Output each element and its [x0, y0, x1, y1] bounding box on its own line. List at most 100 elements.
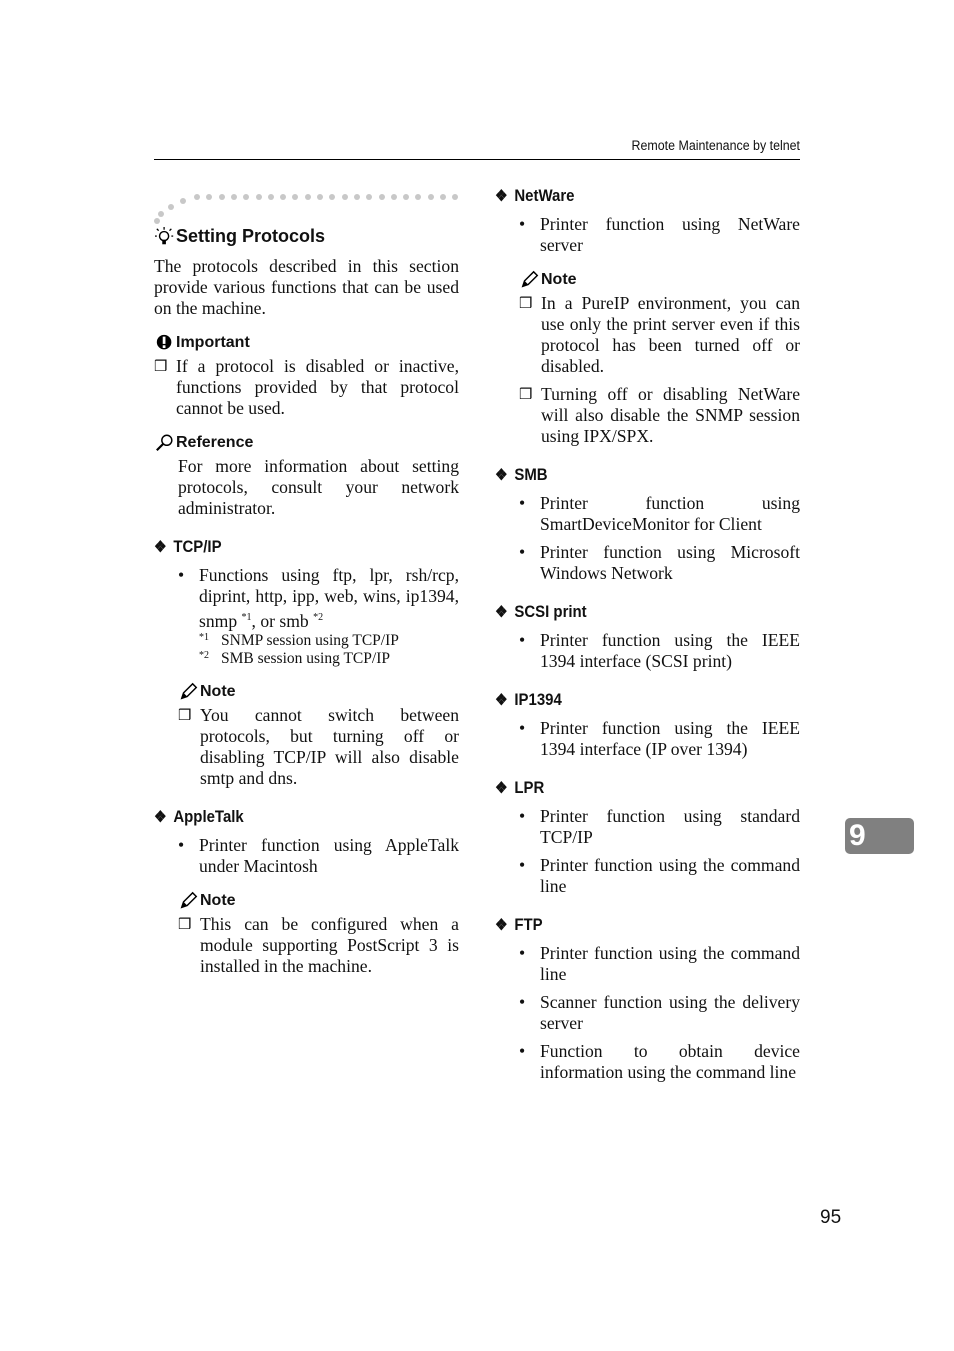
- dot: [180, 198, 186, 204]
- magnifier-icon: [156, 434, 173, 452]
- note-item: ❒ This can be configured when a module s…: [178, 913, 459, 976]
- list-item: • Function to obtain device information u…: [519, 1041, 800, 1082]
- dot: [415, 194, 422, 200]
- running-header: Remote Maintenance by telnet: [631, 138, 800, 153]
- list-item: • Scanner function using the delivery ser…: [519, 992, 800, 1033]
- note-heading: Note: [519, 270, 800, 290]
- tcpip-heading: ❖ TCP/IP: [154, 537, 222, 556]
- diamond-icon: ❖: [495, 917, 508, 934]
- note-item: ❒ Turning off or disabling NetWare will …: [519, 384, 800, 446]
- footnote: *1 SNMP session using TCP/IP: [199, 631, 399, 649]
- page-number: 95: [820, 1207, 842, 1228]
- section-heading: ❖ SCSI print: [495, 602, 587, 621]
- pencil-icon: [180, 891, 198, 909]
- dot: [329, 194, 336, 200]
- dot: [292, 194, 299, 200]
- appletalk-bullet: • Printer function using AppleTalk under…: [178, 834, 459, 876]
- bullet-icon: •: [519, 542, 526, 562]
- dotted-decoration: [154, 186, 459, 226]
- dot: [304, 194, 311, 200]
- appletalk-heading: ❖ AppleTalk: [154, 806, 244, 826]
- checkbox-icon: ❒: [519, 385, 533, 403]
- section-heading: ❖ LPR: [495, 778, 545, 797]
- netware-heading: ❖ NetWare: [495, 186, 575, 205]
- note-heading: Note: [178, 891, 459, 911]
- diamond-icon: ❖: [495, 692, 508, 709]
- dot: [168, 204, 174, 210]
- list-item: • Printer function using SmartDeviceMonit…: [519, 493, 800, 534]
- list-item: • Printer function using the command line: [519, 855, 800, 896]
- header-rule: [154, 159, 800, 160]
- dot: [218, 194, 225, 200]
- bullet-icon: •: [519, 493, 526, 513]
- bullet-icon: •: [178, 565, 185, 585]
- reference-heading: Reference: [154, 433, 459, 453]
- note-heading: Note: [178, 682, 459, 702]
- checkbox-icon: ❒: [154, 357, 168, 375]
- dot: [440, 194, 446, 200]
- right-column: ❖ NetWare • Printer function using NetWa…: [495, 186, 800, 1090]
- chapter-tab: 9: [845, 818, 914, 854]
- dot: [230, 194, 237, 200]
- section-heading: ❖ FTP: [495, 915, 543, 934]
- dot: [206, 194, 213, 200]
- diamond-icon: ❖: [495, 467, 508, 484]
- note-item: ❒ You cannot switch between protocols, b…: [178, 704, 459, 788]
- list-item: • Printer function using standard TCP/IP: [519, 806, 800, 847]
- dot: [427, 194, 434, 200]
- diamond-icon: ❖: [495, 188, 508, 205]
- pencil-icon: [180, 682, 198, 700]
- important-item: ❒ If a protocol is disabled or inactive,…: [154, 356, 459, 418]
- netware-bullet: • Printer function using NetWare server: [519, 214, 800, 255]
- dot: [452, 194, 459, 200]
- list-item: • Printer function using the IEEE 1394 in…: [519, 630, 800, 671]
- dot: [353, 194, 360, 200]
- bullet-icon: •: [519, 806, 526, 826]
- diamond-icon: ❖: [154, 539, 167, 556]
- pencil-icon: [521, 270, 539, 288]
- section-heading: ❖ SMB: [495, 465, 548, 484]
- dot: [317, 194, 323, 200]
- reference-text: For more information about setting proto…: [178, 456, 459, 518]
- note-item: ❒ In a PureIP environment, you can use o…: [519, 293, 800, 376]
- dot: [390, 194, 397, 200]
- tcpip-bullet: • Functions using ftp, lpr, rsh/rcp, dip…: [178, 565, 459, 631]
- dot: [341, 194, 348, 200]
- bullet-icon: •: [519, 943, 526, 963]
- dot: [158, 211, 164, 217]
- important-icon: [156, 334, 172, 350]
- dot: [267, 194, 274, 200]
- diamond-icon: ❖: [154, 808, 167, 826]
- footnote: *2 SMB session using TCP/IP: [199, 649, 390, 667]
- dot: [280, 194, 287, 200]
- bullet-icon: •: [519, 630, 526, 650]
- bullet-icon: •: [519, 1041, 526, 1061]
- dot: [255, 194, 262, 200]
- dot: [378, 194, 385, 200]
- list-item: • Printer function using Microsoft Window…: [519, 542, 800, 583]
- intro-text: The protocols described in this section …: [154, 256, 459, 318]
- list-item: • Printer function using the command line: [519, 943, 800, 984]
- dot: [366, 194, 373, 200]
- lightbulb-icon: [155, 226, 174, 244]
- list-item: • Printer function using the IEEE 1394 in…: [519, 718, 800, 759]
- dot: [243, 194, 250, 200]
- checkbox-icon: ❒: [519, 294, 533, 312]
- dot: [154, 218, 160, 224]
- important-heading: Important: [154, 333, 459, 353]
- bullet-icon: •: [519, 718, 526, 738]
- diamond-icon: ❖: [495, 780, 508, 797]
- checkbox-icon: ❒: [178, 705, 192, 724]
- bullet-icon: •: [519, 214, 526, 234]
- checkbox-icon: ❒: [178, 914, 192, 933]
- section-heading: ❖ IP1394: [495, 690, 562, 709]
- bullet-icon: •: [519, 992, 526, 1012]
- protocol-sections: ❖ SMB • Printer function using SmartDeviceM…: [495, 465, 800, 1083]
- left-column: Setting Protocols The protocols describe…: [154, 186, 459, 977]
- bullet-icon: •: [178, 834, 185, 855]
- section-title: Setting Protocols: [154, 226, 459, 247]
- dot: [403, 194, 410, 200]
- bullet-icon: •: [519, 855, 526, 875]
- diamond-icon: ❖: [495, 604, 508, 621]
- dot: [194, 194, 200, 200]
